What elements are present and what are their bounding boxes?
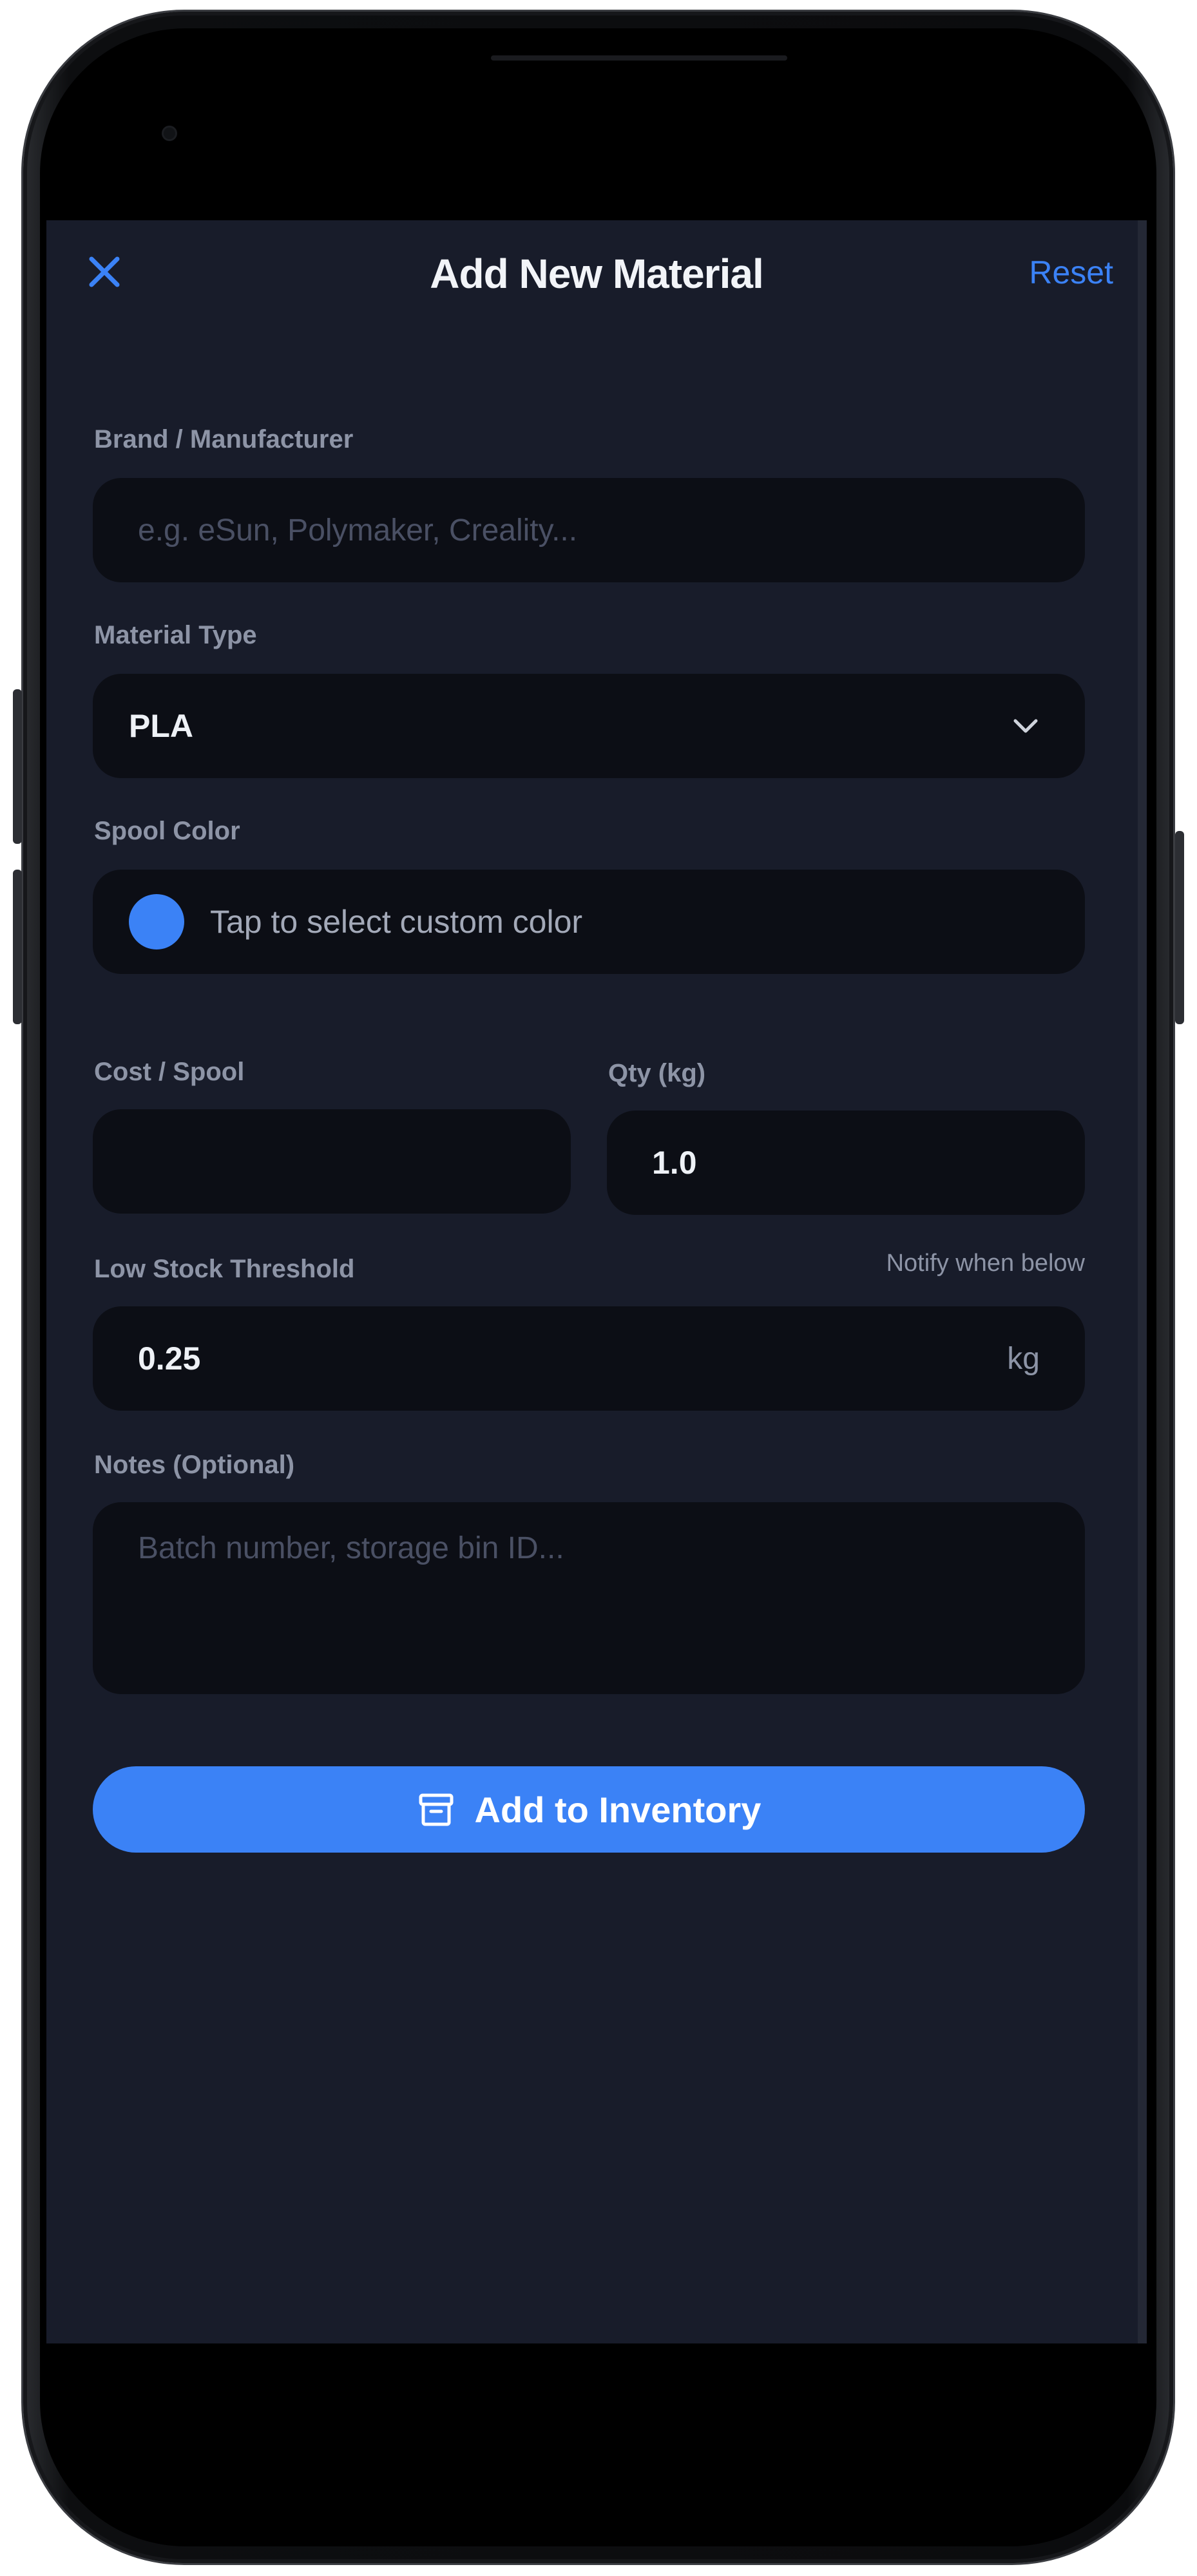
qty-input[interactable]: 1.0 [607,1111,1085,1215]
low-stock-input[interactable]: 0.25 kg [93,1306,1085,1411]
volume-up-button [13,689,22,844]
screen-edge [1138,220,1147,2343]
low-stock-value: 0.25 [138,1340,201,1377]
qty-label: Qty (kg) [608,1059,706,1087]
brand-placeholder: e.g. eSun, Polymaker, Creality... [138,513,578,548]
color-swatch [129,894,184,949]
notes-label: Notes (Optional) [94,1451,295,1479]
archive-icon [419,1793,454,1826]
reset-button[interactable]: Reset [1029,254,1113,291]
qty-value: 1.0 [652,1145,697,1181]
spool-color-label: Spool Color [94,817,240,845]
power-button [1175,831,1184,1024]
material-type-select[interactable]: PLA [93,674,1085,778]
add-to-inventory-label: Add to Inventory [474,1789,761,1830]
notes-textarea[interactable]: Batch number, storage bin ID... [93,1502,1085,1694]
spool-color-picker[interactable]: Tap to select custom color [93,870,1085,974]
brand-label: Brand / Manufacturer [94,425,354,453]
front-camera [164,128,175,139]
page-title: Add New Material [430,251,763,297]
cost-input[interactable] [93,1109,571,1214]
color-picker-hint: Tap to select custom color [210,904,583,940]
add-to-inventory-button[interactable]: Add to Inventory [93,1766,1085,1853]
app-screen: Add New Material Reset Brand / Manufactu… [46,220,1147,2343]
volume-down-button [13,870,22,1024]
brand-input[interactable]: e.g. eSun, Polymaker, Creality... [93,478,1085,582]
material-type-value: PLA [129,708,193,744]
notes-placeholder: Batch number, storage bin ID... [138,1531,564,1565]
low-stock-label: Low Stock Threshold [94,1255,355,1283]
material-type-label: Material Type [94,621,257,649]
cost-label: Cost / Spool [94,1058,245,1086]
earpiece-speaker [491,55,787,61]
chevron-down-icon [1013,719,1038,733]
low-stock-hint: Notify when below [886,1250,1085,1277]
low-stock-unit: kg [1007,1341,1040,1376]
modal-header: Add New Material Reset [46,220,1147,330]
